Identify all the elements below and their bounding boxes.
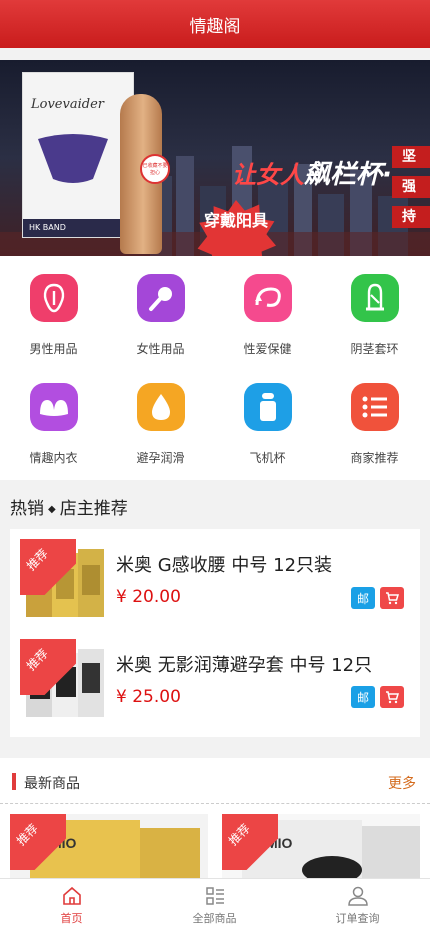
- newest-section: 最新商品 更多 MIO 推荐 MIO 推荐: [0, 758, 430, 878]
- tab-order-lookup[interactable]: 订单查询: [286, 879, 429, 932]
- droplet-icon: [136, 383, 185, 431]
- male-products-icon: [29, 274, 78, 322]
- category-label: 阴茎套环: [350, 342, 399, 356]
- hot-product-list: 推荐 米奥 G感收腰 中号 12只装 ¥ 20.00 邮 推荐 米奥 无影润薄避…: [10, 529, 420, 737]
- tab-all-products[interactable]: 全部商品: [143, 879, 286, 932]
- banner-sticker: 已收藏不要担心: [140, 154, 170, 184]
- tape-measure-icon: [243, 274, 292, 322]
- slogan-part-2: 飙栏杯·: [304, 160, 392, 190]
- category-male-products[interactable]: 男性用品: [0, 274, 107, 357]
- recommend-corner-tag: 推荐: [222, 814, 278, 870]
- box-label-bar: HK BAND: [23, 219, 133, 237]
- side-char-2: 强: [392, 176, 430, 198]
- microphone-icon: [136, 274, 185, 322]
- tab-label: 全部商品: [192, 912, 237, 925]
- side-char-1: 坚: [392, 146, 430, 168]
- lingerie-icon: [29, 383, 78, 431]
- cart-icon[interactable]: [380, 587, 404, 609]
- category-contraception[interactable]: 避孕润滑: [107, 383, 214, 466]
- free-shipping-badge: 邮: [351, 686, 375, 708]
- condom-icon: [350, 274, 399, 322]
- new-product-tile[interactable]: MIO 推荐: [222, 814, 420, 878]
- category-masturbator-cup[interactable]: 飞机杯: [214, 383, 321, 466]
- user-icon: [347, 886, 368, 906]
- tab-label: 首页: [60, 912, 83, 925]
- tab-home[interactable]: 首页: [0, 879, 143, 932]
- product-name[interactable]: 米奥 无影润薄避孕套 中号 12只: [116, 651, 372, 677]
- banner-slogan: 让女人飙栏杯·: [232, 154, 392, 191]
- free-shipping-badge: 邮: [351, 587, 375, 609]
- grid-list-icon: [205, 887, 224, 905]
- hot-title-right: 店主推荐: [59, 499, 128, 519]
- product-item[interactable]: 推荐 米奥 G感收腰 中号 12只装 ¥ 20.00 邮: [10, 529, 420, 629]
- masturbator-cup-icon: [243, 383, 292, 431]
- tab-label: 订单查询: [335, 912, 380, 925]
- category-grid: 男性用品 女性用品 性爱保健 阴茎套环 情趣内衣 避孕润滑 飞机杯 商家推荐: [0, 256, 430, 480]
- product-box-image: Lovevaider HK BAND: [22, 72, 134, 238]
- category-label: 女性用品: [136, 342, 185, 356]
- category-label: 情趣内衣: [29, 451, 78, 465]
- category-label: 避孕润滑: [136, 451, 185, 465]
- app-title: 情趣阁: [189, 16, 241, 37]
- product-image: 推荐: [20, 539, 108, 627]
- product-price: ¥ 20.00: [116, 587, 181, 607]
- harness-graphic: [38, 134, 108, 183]
- recommend-corner-tag: 推荐: [20, 539, 76, 595]
- product-price: ¥ 25.00: [116, 687, 181, 707]
- category-merchant-picks[interactable]: 商家推荐: [321, 383, 428, 466]
- category-label: 性爱保健: [243, 342, 292, 356]
- home-icon: [62, 886, 81, 905]
- newest-title: 最新商品: [24, 776, 80, 792]
- diamond-icon: ◆: [48, 503, 56, 515]
- hot-section-title: 热销 ◆ 店主推荐: [10, 494, 128, 519]
- burst-text: 穿戴阳具: [204, 211, 269, 230]
- app-header: 情趣阁: [0, 0, 430, 48]
- newest-header: 最新商品 更多: [0, 758, 430, 804]
- promo-banner[interactable]: Lovevaider HK BAND 已收藏不要担心 穿戴阳具 让女人飙栏杯· …: [0, 60, 430, 256]
- box-brand-text: Lovevaider: [31, 97, 104, 112]
- category-label: 男性用品: [29, 342, 78, 356]
- category-lingerie[interactable]: 情趣内衣: [0, 383, 107, 466]
- list-icon: [350, 383, 399, 431]
- recommend-corner-tag: 推荐: [10, 814, 66, 870]
- recommend-corner-tag: 推荐: [20, 639, 76, 695]
- hot-section: 热销 ◆ 店主推荐 推荐 米奥 G感收腰 中号 12只装 ¥ 20.00 邮 推…: [0, 480, 430, 742]
- hot-title-left: 热销: [10, 499, 44, 519]
- cart-icon[interactable]: [380, 686, 404, 708]
- category-sexual-health[interactable]: 性爱保健: [214, 274, 321, 357]
- section-accent-bar: [12, 773, 16, 790]
- category-condom-rings[interactable]: 阴茎套环: [321, 274, 428, 357]
- side-char-3: 持: [392, 206, 430, 228]
- category-female-products[interactable]: 女性用品: [107, 274, 214, 357]
- slogan-part-1: 让女人: [232, 161, 304, 189]
- category-label: 商家推荐: [350, 451, 399, 465]
- product-image: 推荐: [20, 639, 108, 727]
- more-link[interactable]: 更多: [388, 773, 416, 793]
- category-label: 飞机杯: [249, 451, 286, 465]
- bottom-tab-bar: 首页 全部商品 订单查询: [0, 878, 430, 932]
- new-product-tile[interactable]: MIO 推荐: [10, 814, 208, 878]
- product-name[interactable]: 米奥 G感收腰 中号 12只装: [116, 551, 332, 577]
- product-item[interactable]: 推荐 米奥 无影润薄避孕套 中号 12只 ¥ 25.00 邮: [10, 629, 420, 729]
